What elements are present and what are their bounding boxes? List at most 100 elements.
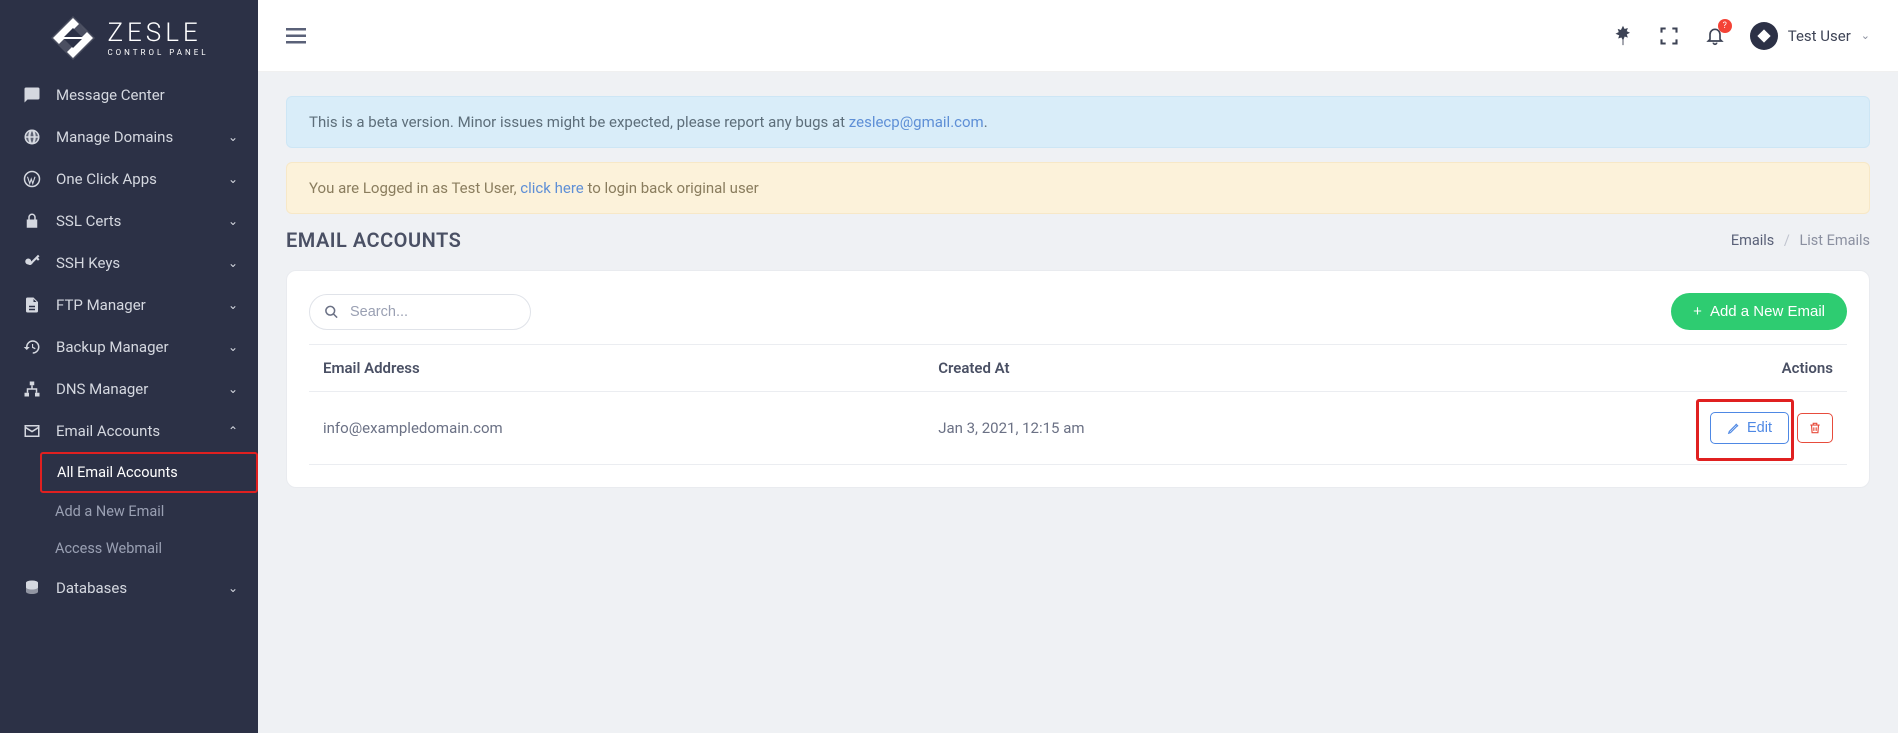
alert-text: This is a beta version. Minor issues mig… xyxy=(309,113,849,131)
sidebar-item-label: Databases xyxy=(56,579,127,597)
main: ? Test User ⌄ This is a beta version. Mi… xyxy=(258,0,1898,733)
menu-toggle-icon[interactable] xyxy=(286,28,306,44)
page-title: EMAIL ACCOUNTS xyxy=(286,228,461,252)
content-area: This is a beta version. Minor issues mig… xyxy=(258,72,1898,733)
sidebar-item-ssl-certs[interactable]: SSL Certs ⌄ xyxy=(0,200,258,242)
chevron-down-icon: ⌄ xyxy=(228,298,238,312)
envelope-icon xyxy=(22,422,42,440)
alert-login-link[interactable]: click here xyxy=(520,179,583,197)
globe-icon xyxy=(22,128,42,146)
breadcrumb-root[interactable]: Emails xyxy=(1731,232,1774,249)
page-header: EMAIL ACCOUNTS Emails / List Emails xyxy=(286,228,1870,252)
edit-button-label: Edit xyxy=(1747,420,1772,436)
avatar-icon xyxy=(1750,22,1778,50)
sidebar-item-label: One Click Apps xyxy=(56,170,157,188)
chevron-down-icon: ⌄ xyxy=(228,256,238,270)
sidebar-item-email-accounts[interactable]: Email Accounts ⌃ xyxy=(0,410,258,452)
brand-subtitle: CONTROL PANEL xyxy=(107,48,208,57)
plus-icon: + xyxy=(1693,303,1702,320)
sidebar-nav: Message Center Manage Domains ⌄ One Clic… xyxy=(0,74,258,619)
key-icon xyxy=(22,254,42,272)
history-icon xyxy=(22,338,42,356)
alert-text-post: . xyxy=(984,113,988,131)
col-email: Email Address xyxy=(309,345,924,392)
leaf-icon[interactable] xyxy=(1612,25,1634,47)
email-table: Email Address Created At Actions info@ex… xyxy=(309,344,1847,465)
pencil-icon xyxy=(1727,421,1741,435)
chevron-down-icon: ⌄ xyxy=(1861,29,1870,42)
alert-text: You are Logged in as Test User, xyxy=(309,179,520,197)
sidebar-item-dns-manager[interactable]: DNS Manager ⌄ xyxy=(0,368,258,410)
brand-name: ZESLE xyxy=(107,20,201,46)
logo-mark-icon xyxy=(49,14,97,62)
sidebar-item-label: DNS Manager xyxy=(56,380,148,398)
lock-icon xyxy=(22,212,42,230)
col-actions: Actions xyxy=(1539,345,1847,392)
sidebar-item-message-center[interactable]: Message Center xyxy=(0,74,258,116)
trash-icon xyxy=(1808,421,1822,435)
add-button-label: Add a New Email xyxy=(1710,303,1825,320)
email-accounts-card: + Add a New Email Email Address Created … xyxy=(286,270,1870,488)
table-header-row: Email Address Created At Actions xyxy=(309,345,1847,392)
notification-icon[interactable]: ? xyxy=(1704,25,1726,47)
actions-cell: Edit xyxy=(1710,412,1833,444)
edit-button[interactable]: Edit xyxy=(1710,412,1789,444)
search-wrap xyxy=(309,294,531,330)
alert-email-link[interactable]: zeslecp@gmail.com xyxy=(849,113,984,131)
sidebar-subitem-access-webmail[interactable]: Access Webmail xyxy=(40,530,258,567)
chevron-down-icon: ⌄ xyxy=(228,382,238,396)
brand-logo[interactable]: ZESLE CONTROL PANEL xyxy=(0,0,258,74)
delete-button[interactable] xyxy=(1797,413,1833,443)
cell-email: info@exampledomain.com xyxy=(309,392,924,465)
breadcrumb-separator: / xyxy=(1784,232,1790,249)
sidebar-subitem-label: All Email Accounts xyxy=(57,464,178,481)
alert-text-post: to login back original user xyxy=(584,179,759,197)
chevron-down-icon: ⌄ xyxy=(228,581,238,595)
chevron-down-icon: ⌄ xyxy=(228,172,238,186)
login-alert: You are Logged in as Test User, click he… xyxy=(286,162,1870,214)
sitemap-icon xyxy=(22,380,42,398)
sidebar-item-label: Email Accounts xyxy=(56,422,160,440)
user-name-label: Test User xyxy=(1788,27,1851,45)
sidebar-item-label: FTP Manager xyxy=(56,296,146,314)
chat-icon xyxy=(22,86,42,104)
sidebar-item-manage-domains[interactable]: Manage Domains ⌄ xyxy=(0,116,258,158)
sidebar-item-databases[interactable]: Databases ⌄ xyxy=(0,567,258,609)
sidebar-item-label: SSH Keys xyxy=(56,254,120,272)
sidebar-item-label: Backup Manager xyxy=(56,338,169,356)
table-row: info@exampledomain.com Jan 3, 2021, 12:1… xyxy=(309,392,1847,465)
chevron-down-icon: ⌄ xyxy=(228,214,238,228)
search-icon xyxy=(324,304,339,319)
cell-created: Jan 3, 2021, 12:15 am xyxy=(924,392,1539,465)
file-icon xyxy=(22,296,42,314)
sidebar-item-label: Manage Domains xyxy=(56,128,173,146)
database-icon xyxy=(22,579,42,597)
breadcrumb: Emails / List Emails xyxy=(1731,232,1870,249)
sidebar-subitem-all-email-accounts[interactable]: All Email Accounts xyxy=(40,452,258,493)
chevron-up-icon: ⌃ xyxy=(228,424,238,438)
user-menu[interactable]: Test User ⌄ xyxy=(1750,22,1870,50)
sidebar-item-label: Message Center xyxy=(56,86,165,104)
sidebar-item-ssh-keys[interactable]: SSH Keys ⌄ xyxy=(0,242,258,284)
topbar: ? Test User ⌄ xyxy=(258,0,1898,72)
sidebar-item-backup-manager[interactable]: Backup Manager ⌄ xyxy=(0,326,258,368)
breadcrumb-current: List Emails xyxy=(1799,232,1870,249)
col-created: Created At xyxy=(924,345,1539,392)
add-email-button[interactable]: + Add a New Email xyxy=(1671,293,1847,330)
beta-alert: This is a beta version. Minor issues mig… xyxy=(286,96,1870,148)
sidebar-subitem-label: Access Webmail xyxy=(55,540,162,557)
sidebar-item-label: SSL Certs xyxy=(56,212,121,230)
sidebar-submenu-email: All Email Accounts Add a New Email Acces… xyxy=(0,452,258,567)
fullscreen-icon[interactable] xyxy=(1658,25,1680,47)
wordpress-icon xyxy=(22,170,42,188)
search-input[interactable] xyxy=(309,294,531,330)
sidebar-subitem-label: Add a New Email xyxy=(55,503,164,520)
chevron-down-icon: ⌄ xyxy=(228,340,238,354)
sidebar-item-ftp-manager[interactable]: FTP Manager ⌄ xyxy=(0,284,258,326)
sidebar-item-one-click-apps[interactable]: One Click Apps ⌄ xyxy=(0,158,258,200)
chevron-down-icon: ⌄ xyxy=(228,130,238,144)
sidebar-subitem-add-new-email[interactable]: Add a New Email xyxy=(40,493,258,530)
sidebar: ZESLE CONTROL PANEL Message Center Manag… xyxy=(0,0,258,733)
card-toolbar: + Add a New Email xyxy=(309,293,1847,330)
notification-badge: ? xyxy=(1718,19,1732,33)
